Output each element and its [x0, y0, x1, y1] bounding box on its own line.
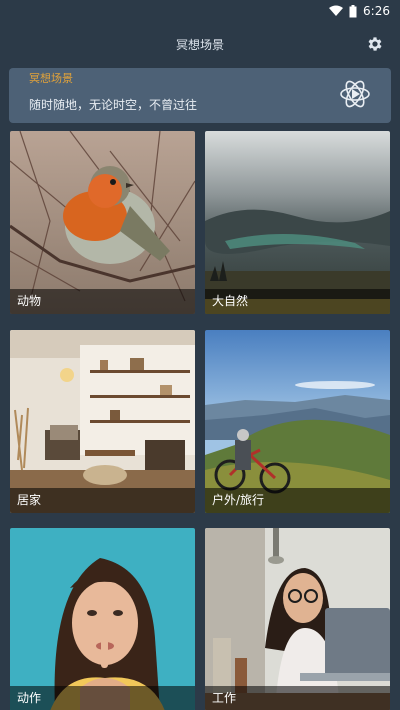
card-label: 工作 [205, 686, 390, 710]
card-label: 动物 [10, 289, 195, 314]
category-card-outdoor-travel[interactable]: 户外/旅行 [205, 330, 390, 513]
card-label: 居家 [10, 488, 195, 513]
category-card-home[interactable]: 居家 [10, 330, 195, 513]
living-room-photo [10, 330, 195, 513]
battery-icon [349, 4, 357, 17]
woman-laptop-photo [205, 528, 390, 710]
card-label: 动作 [10, 686, 195, 710]
category-card-nature[interactable]: 大自然 [205, 131, 390, 314]
status-icons: 6:26 [329, 3, 390, 19]
woman-shush-photo [10, 528, 195, 710]
page-title: 冥想场景 [175, 38, 224, 52]
settings-button[interactable] [364, 33, 386, 55]
robin-photo [10, 131, 195, 314]
card-label: 大自然 [205, 289, 390, 314]
banner[interactable]: 冥想场景 随时随地，无论时空，不曾过往 [9, 68, 391, 123]
card-label: 户外/旅行 [205, 488, 390, 513]
status-bar: 6:26 [0, 0, 400, 22]
status-time: 6:26 [363, 4, 390, 18]
meditation-button[interactable] [337, 76, 373, 112]
category-card-work[interactable]: 工作 [205, 528, 390, 710]
meditation-icon [340, 80, 370, 108]
storm-photo [205, 131, 390, 314]
app-bar: 冥想场景 [0, 22, 400, 66]
wifi-icon [329, 5, 344, 16]
mountain-bike-photo [205, 330, 390, 513]
banner-text: 随时随地，无论时空，不曾过往 [29, 98, 198, 112]
gear-icon [368, 37, 382, 51]
banner-title: 冥想场景 [29, 72, 73, 85]
category-card-action[interactable]: 动作 [10, 528, 195, 710]
category-card-animals[interactable]: 动物 [10, 131, 195, 314]
